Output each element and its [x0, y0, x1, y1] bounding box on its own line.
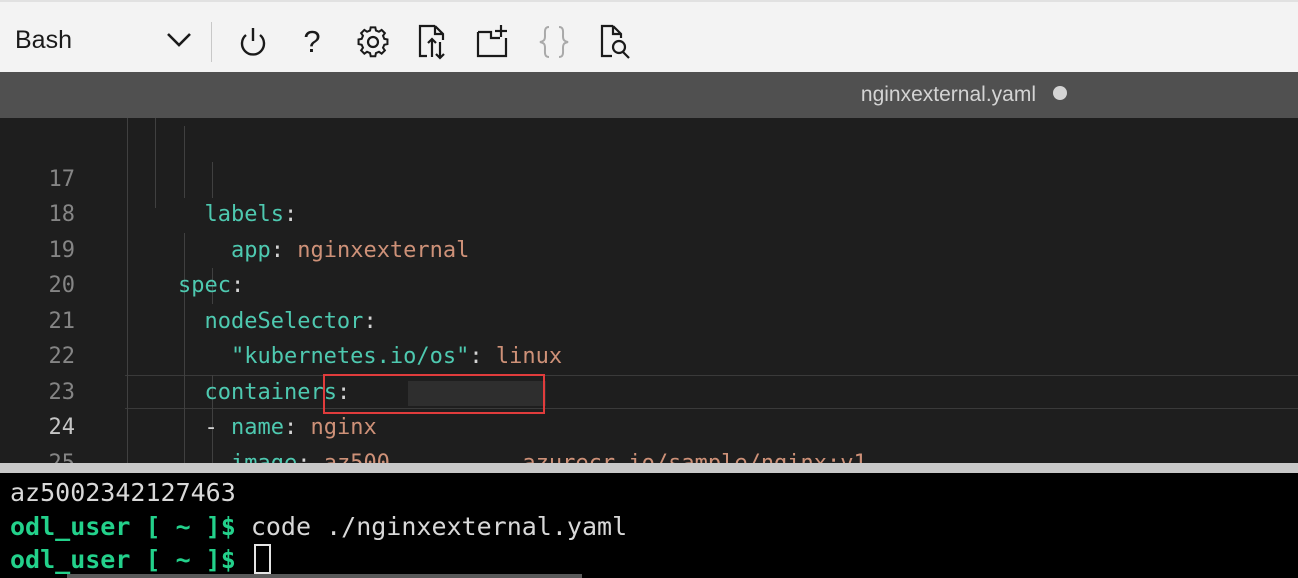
- terminal-command-line: odl_user [ ~ ]$ code ./nginxexternal.yam…: [10, 510, 627, 544]
- code-line: 21 "kubernetes.io/os": linux: [0, 268, 1298, 370]
- toolbar-divider: [211, 22, 212, 62]
- editor-tab-bar: nginxexternal.yaml: [0, 72, 1298, 118]
- terminal-prompt: odl_user [ ~ ]$: [10, 545, 236, 574]
- code-line: 22 containers:: [0, 304, 1298, 405]
- new-session-icon: [476, 24, 510, 60]
- gear-icon: [356, 24, 390, 60]
- annotation-highlight-box: [323, 374, 545, 414]
- code-line: 23 - name: nginx: [0, 339, 1298, 441]
- code-editor[interactable]: 17 labels: 18 app: nginxexternal 19 spec…: [0, 118, 1298, 463]
- editor-button[interactable]: [537, 24, 571, 60]
- code-line: 18 app: nginxexternal: [0, 162, 1298, 263]
- help-button[interactable]: ?: [295, 24, 329, 60]
- file-upload-download-icon: [415, 24, 449, 60]
- web-preview-button[interactable]: [598, 24, 632, 60]
- terminal-command: code ./nginxexternal.yaml: [235, 512, 628, 541]
- terminal-cursor: [253, 544, 271, 574]
- tab-label: nginxexternal.yaml: [860, 83, 1036, 106]
- editor-terminal-splitter[interactable]: [0, 463, 1298, 473]
- file-preview-icon: [598, 24, 632, 60]
- terminal[interactable]: az5002342127463 odl_user [ ~ ]$ code ./n…: [0, 473, 1298, 578]
- power-icon: [236, 24, 270, 60]
- code-line: 20 nodeSelector:: [0, 233, 1298, 334]
- code-line: 26 - containerPort: 80: [0, 446, 1298, 464]
- code-line: 17 labels:: [0, 126, 1298, 228]
- chevron-down-icon: [165, 26, 193, 59]
- settings-button[interactable]: [356, 24, 390, 60]
- question-mark-icon: ?: [303, 24, 321, 59]
- terminal-output-line: az5002342127463: [10, 478, 236, 507]
- unsaved-indicator-icon[interactable]: [1053, 86, 1067, 100]
- terminal-input-line[interactable]: odl_user [ ~ ]$: [10, 543, 271, 577]
- code-line: 19 spec:: [0, 197, 1298, 299]
- horizontal-scrollbar[interactable]: [67, 574, 582, 578]
- shell-type-label: Bash: [15, 26, 72, 54]
- terminal-prompt: odl_user [ ~ ]$: [10, 512, 236, 541]
- cloud-shell-toolbar: Bash ?: [0, 0, 1298, 72]
- restart-button[interactable]: [236, 24, 270, 60]
- code-line: 25 ports:: [0, 410, 1298, 464]
- code-line-active: 24 image: az500 .azurecr.io/sample/nginx…: [0, 375, 1298, 463]
- shell-type-dropdown[interactable]: Bash: [0, 12, 200, 64]
- new-session-button[interactable]: [476, 24, 510, 60]
- curly-braces-icon: [537, 24, 571, 60]
- upload-download-button[interactable]: [415, 24, 449, 60]
